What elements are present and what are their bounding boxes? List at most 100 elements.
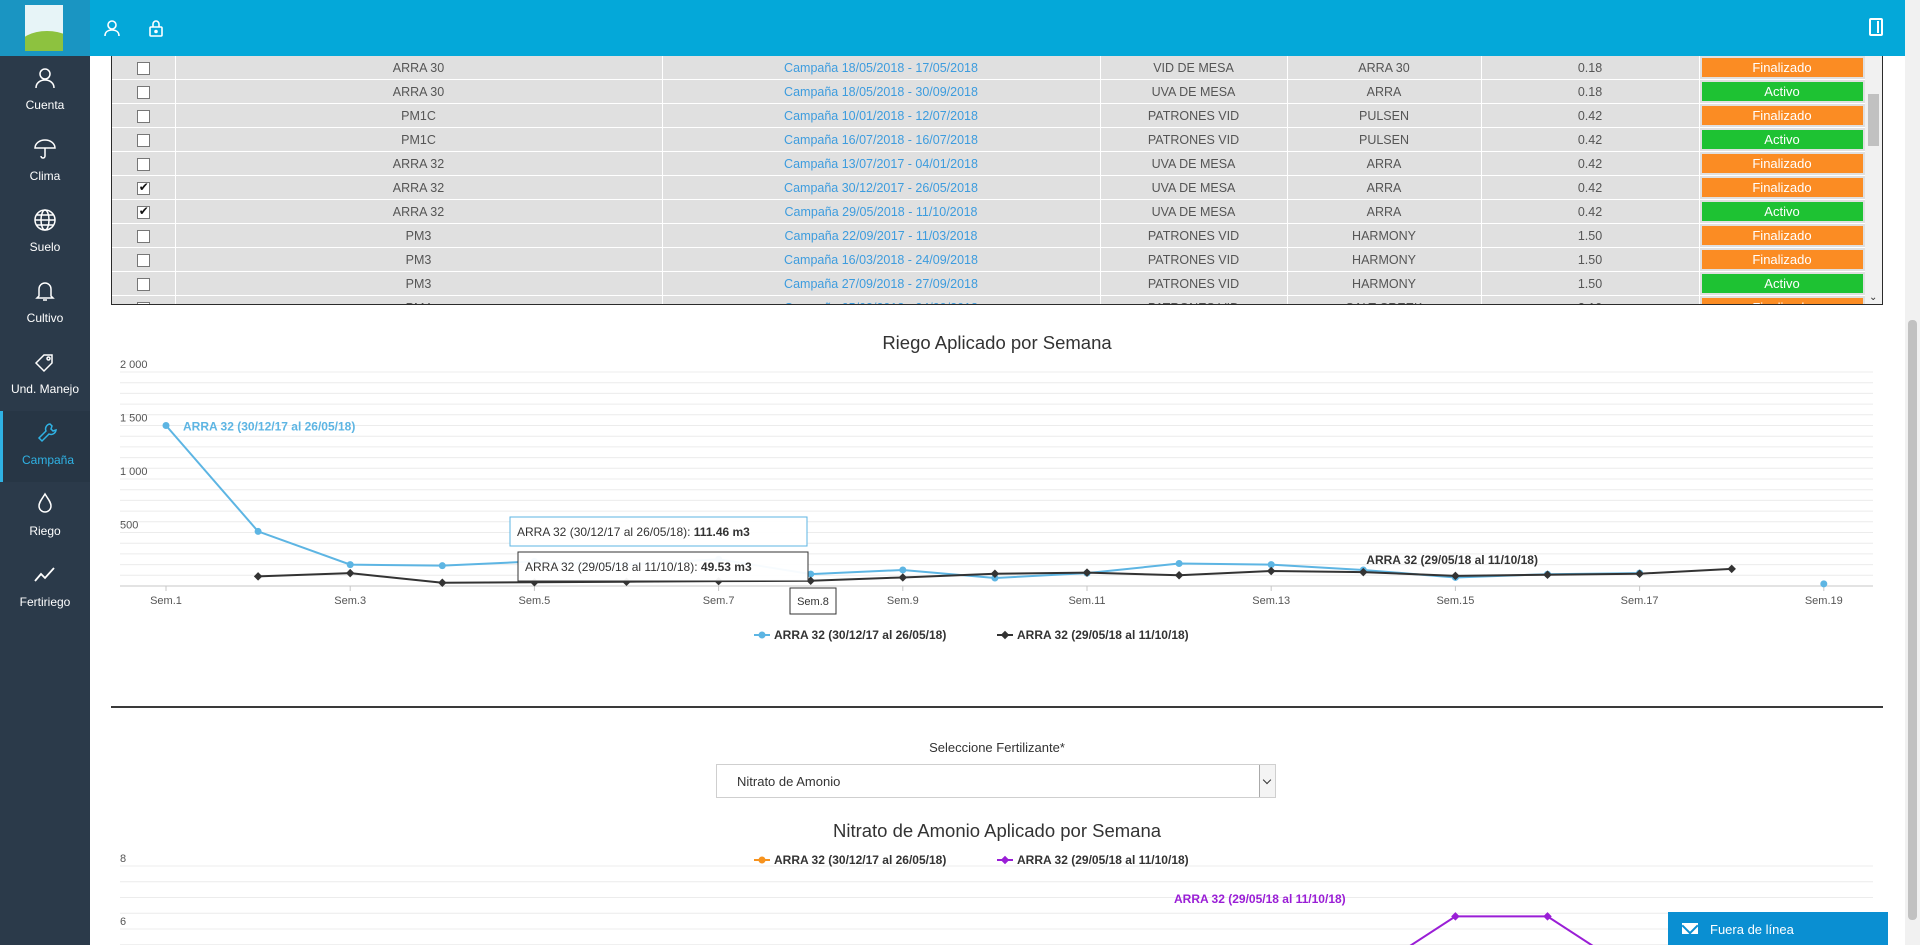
campaign-link[interactable]: Campaña 30/12/2017 - 26/05/2018 [662,175,1101,201]
data-point[interactable] [1727,564,1736,574]
irrigation-chart-svg: 500 1 000 1 500 2 000 Sem.1 Sem.3 Sem.5 Sem.7 Se… [120,359,1873,642]
page-scrollbar-thumb[interactable] [1908,320,1917,920]
cell-unit: PM3 [175,223,663,249]
row-checkbox[interactable] [136,85,150,99]
sidebar-item-label: Und. Manejo [10,382,80,396]
row-checkbox[interactable] [136,157,150,171]
cell-value: 0.42 [1481,199,1700,225]
campaign-link[interactable]: Campaña 22/09/2017 - 11/03/2018 [662,223,1101,249]
campaign-link[interactable]: Campaña 18/05/2018 - 17/05/2018 [662,56,1101,81]
campaign-link[interactable]: Campaña 16/03/2018 - 24/09/2018 [662,247,1101,273]
sidebar-item-cultivo[interactable]: Cultivo [0,269,90,340]
sidebar: Cuenta Clima Suelo Cultivo Und. Manejo C… [0,56,90,945]
x-tick-label: Sem.15 [1436,595,1474,607]
data-point[interactable] [1635,569,1644,578]
sidebar-item-label: Riego [29,524,61,538]
table-scrollbar[interactable]: ⌄ [1865,56,1882,304]
sidebar-item-riego[interactable]: Riego [0,482,90,553]
fertilizer-select[interactable]: Nitrato de Amonio [716,764,1276,798]
app-logo[interactable] [0,0,90,56]
campaign-link[interactable]: Campaña 29/05/2018 - 11/10/2018 [662,199,1101,225]
row-checkbox[interactable] [136,277,150,291]
campaign-link[interactable]: Campaña 18/05/2018 - 30/09/2018 [662,79,1101,105]
tooltip-text-2: ARRA 32 (29/05/18 al 11/10/18): 49.53 m3 [525,560,752,574]
data-point[interactable] [1820,580,1828,588]
series-line-2[interactable] [1363,915,1639,945]
table-row[interactable]: ARRA 30 Campaña 18/05/2018 - 30/09/2018 UV… [112,79,1866,105]
sidebar-item-clima[interactable]: Clima [0,127,90,198]
sidebar-item-cuenta[interactable]: Cuenta [0,56,90,127]
fertilizer-select-value: Nitrato de Amonio [737,774,841,789]
row-checkbox[interactable] [136,301,150,304]
sidebar-item-und-manejo[interactable]: Und. Manejo [0,340,90,411]
cell-unit: PM1C [175,127,663,153]
scroll-down-arrow-icon[interactable]: ⌄ [1869,292,1877,303]
series-line-1[interactable] [166,426,1824,584]
cell-crop: UVA DE MESA [1100,151,1288,177]
row-checkbox[interactable] [136,109,150,123]
offline-button[interactable]: Fuera de línea [1668,912,1888,945]
row-checkbox[interactable] [136,180,150,195]
table-row[interactable]: ARRA 32Campaña 29/05/2018 - 11/10/2018UV… [112,199,1866,225]
table-row[interactable]: PM4Campaña 05/03/2018 - 24/09/2018PATRON… [112,295,1866,304]
data-point[interactable] [898,573,908,582]
data-point[interactable] [345,568,355,578]
trend-icon [34,567,55,582]
table-row[interactable]: PM1C Campaña 16/07/2018 - 16/07/2018 PATRO… [112,127,1866,153]
data-point[interactable] [162,422,170,429]
panel-toggle-icon[interactable] [1869,18,1883,36]
data-point[interactable] [899,566,907,574]
x-tick-label: Sem.13 [1252,595,1290,607]
legend-marker [758,631,766,639]
campaign-link[interactable]: Campaña 10/01/2018 - 12/07/2018 [662,103,1101,129]
table-row[interactable]: ARRA 32Campaña 30/12/2017 - 26/05/2018UV… [112,175,1866,201]
chevron-down-icon[interactable] [1259,765,1275,797]
cell-unit: PM3 [175,247,663,273]
cell-unit: ARRA 30 [175,56,663,81]
fertilizer-label: Seleccione Fertilizante* [929,740,1065,755]
status-badge: Finalizado [1701,226,1863,246]
data-point[interactable] [1543,570,1552,580]
sidebar-item-fertiriego[interactable]: Fertiriego [0,553,90,624]
offline-button-label: Fuera de línea [1710,922,1794,937]
table-row[interactable]: PM1C Campaña 10/01/2018 - 12/07/2018 PATRO… [112,103,1866,129]
legend-item-1[interactable]: ARRA 32 (30/12/17 al 26/05/18) [754,628,946,642]
status-badge: Finalizado [1701,298,1863,304]
data-point[interactable] [346,561,354,569]
table-row[interactable]: PM3 Campaña 16/03/2018 - 24/09/2018 PATRON… [112,247,1866,273]
page-scrollbar[interactable] [1905,0,1920,945]
row-checkbox[interactable] [136,61,150,75]
data-point[interactable] [1174,571,1184,580]
lock-icon[interactable] [146,18,166,38]
legend-item-1[interactable]: ARRA 32 (30/12/17 al 26/05/18) [754,853,946,867]
user-profile-icon[interactable] [102,18,122,38]
legend-item-2[interactable]: ARRA 32 (29/05/18 al 11/10/18) [997,628,1189,642]
data-point[interactable] [253,572,263,581]
data-point[interactable] [438,562,446,570]
campaign-link[interactable]: Campaña 27/09/2018 - 27/09/2018 [662,271,1101,297]
cell-variety: PULSEN [1287,127,1482,153]
table-row[interactable]: ARRA 32 Campaña 13/07/2017 - 04/01/2018 UV… [112,151,1866,177]
legend-label: ARRA 32 (29/05/18 al 11/10/18) [1017,853,1189,867]
campaign-link[interactable]: Campaña 13/07/2017 - 04/01/2018 [662,151,1101,177]
app-root: Cuenta Clima Suelo Cultivo Und. Manejo C… [0,0,1920,945]
data-point[interactable] [254,527,262,535]
legend-item-2[interactable]: ARRA 32 (29/05/18 al 11/10/18) [997,853,1189,867]
campaign-link[interactable]: Campaña 16/07/2018 - 16/07/2018 [662,127,1101,153]
row-checkbox[interactable] [136,253,150,267]
status-badge: Activo [1701,202,1863,222]
row-checkbox[interactable] [136,133,150,147]
data-point[interactable] [1266,566,1276,576]
sidebar-item-campana[interactable]: Campaña [0,411,90,482]
row-checkbox[interactable] [136,204,150,219]
sidebar-item-suelo[interactable]: Suelo [0,198,90,269]
campaign-link[interactable]: Campaña 05/03/2018 - 24/09/2018 [662,295,1101,304]
table-row[interactable]: ARRA 30 Campaña 18/05/2018 - 17/05/2018 VI… [112,56,1866,81]
table-row[interactable]: PM3 Campaña 27/09/2018 - 27/09/2018 PATRON… [112,271,1866,297]
row-checkbox[interactable] [136,229,150,243]
data-point[interactable] [1175,560,1183,568]
table-scrollbar-thumb[interactable] [1868,94,1879,146]
table-row[interactable]: PM3 Campaña 22/09/2017 - 11/03/2018 PATRON… [112,223,1866,249]
sidebar-item-label: Campaña [21,453,75,467]
cell-unit: ARRA 32 [175,199,663,225]
